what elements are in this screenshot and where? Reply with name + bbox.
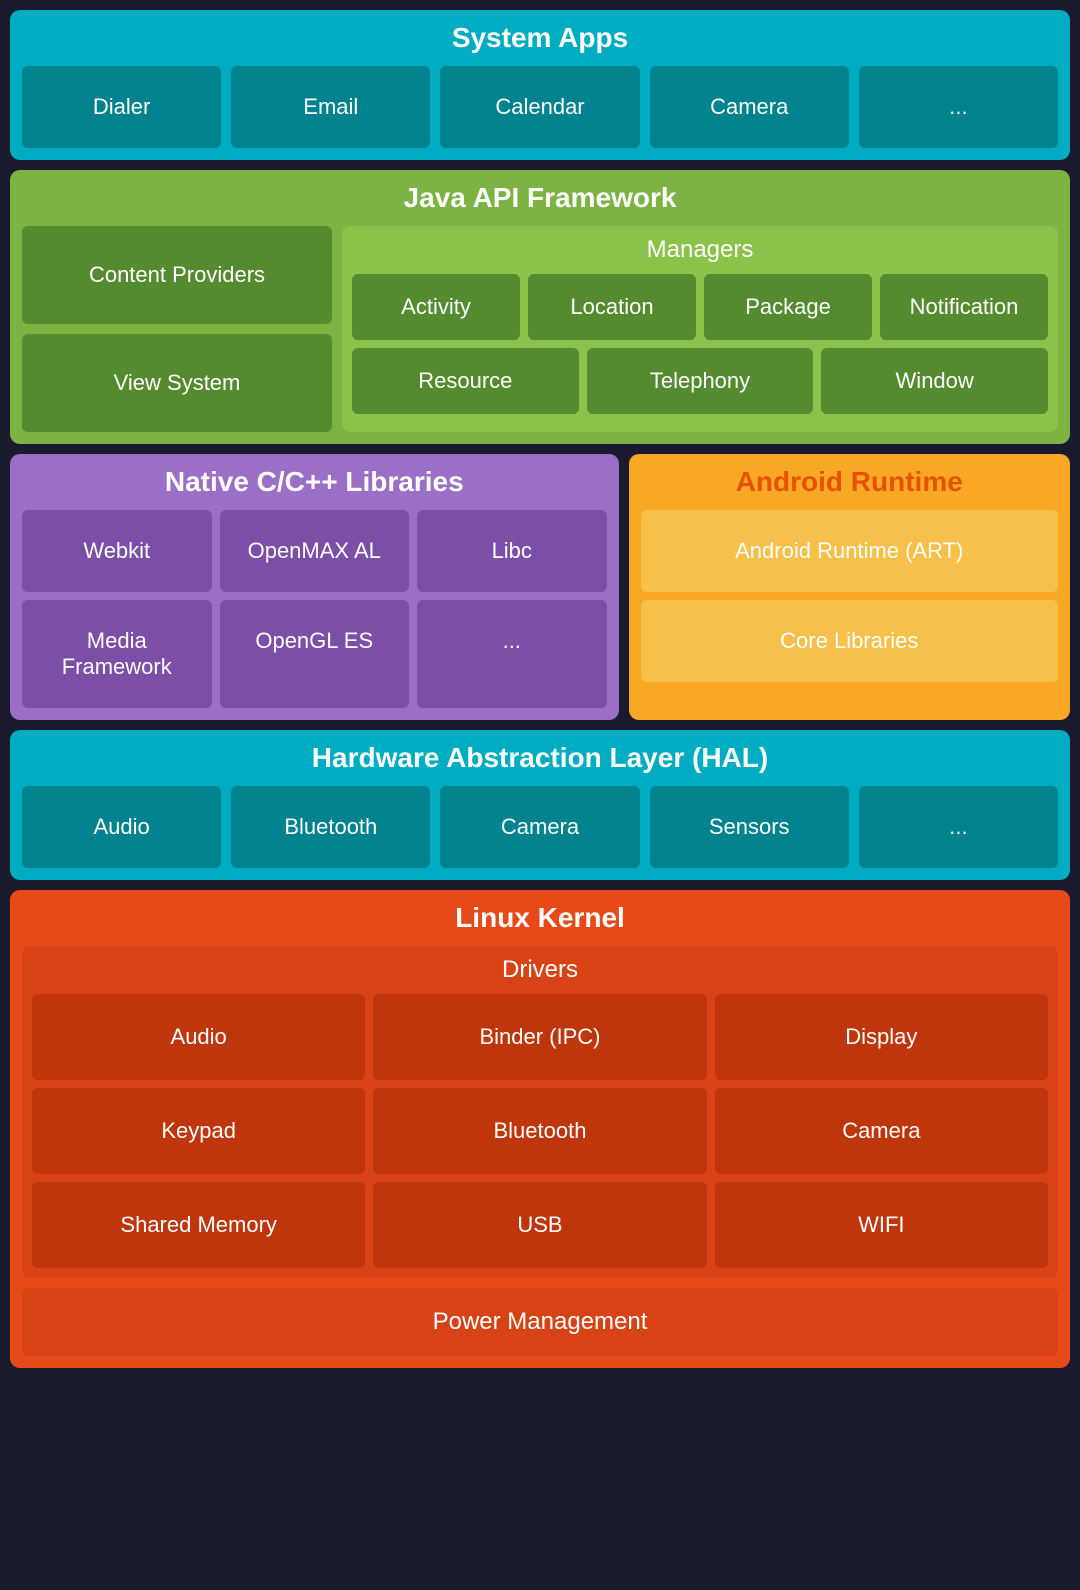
- native-cpp-layer: Native C/C++ Libraries WebkitOpenMAX ALL…: [10, 454, 619, 720]
- system-apps-cards: DialerEmailCalendarCamera...: [22, 66, 1058, 148]
- java-api-left-card: Content Providers: [22, 226, 332, 324]
- managers-section: Managers ActivityLocationPackageNotifica…: [342, 226, 1058, 432]
- native-cpp-card: OpenGL ES: [220, 600, 410, 708]
- driver-card: Audio: [32, 994, 365, 1080]
- drivers-row-2: KeypadBluetoothCamera: [32, 1088, 1048, 1174]
- manager-card: Notification: [880, 274, 1048, 340]
- hal-layer: Hardware Abstraction Layer (HAL) AudioBl…: [10, 730, 1070, 880]
- driver-card: USB: [373, 1182, 706, 1268]
- native-cpp-card: Webkit: [22, 510, 212, 592]
- managers-grid: ActivityLocationPackageNotification Reso…: [352, 274, 1048, 414]
- native-cpp-card: Libc: [417, 510, 607, 592]
- driver-card: Bluetooth: [373, 1088, 706, 1174]
- driver-card: WIFI: [715, 1182, 1048, 1268]
- native-cpp-grid: WebkitOpenMAX ALLibc Media FrameworkOpen…: [22, 510, 607, 708]
- manager-card: Resource: [352, 348, 579, 414]
- driver-card: Display: [715, 994, 1048, 1080]
- hal-card: Audio: [22, 786, 221, 868]
- system-app-card: Email: [231, 66, 430, 148]
- native-runtime-row: Native C/C++ Libraries WebkitOpenMAX ALL…: [10, 454, 1070, 720]
- system-apps-title: System Apps: [22, 22, 1058, 54]
- native-cpp-card: OpenMAX AL: [220, 510, 410, 592]
- system-app-card: Camera: [650, 66, 849, 148]
- system-app-card: Dialer: [22, 66, 221, 148]
- system-app-card: ...: [859, 66, 1058, 148]
- hal-card: Camera: [440, 786, 639, 868]
- managers-row-1: ActivityLocationPackageNotification: [352, 274, 1048, 340]
- manager-card: Activity: [352, 274, 520, 340]
- drivers-row-3: Shared MemoryUSBWIFI: [32, 1182, 1048, 1268]
- managers-row-2: ResourceTelephonyWindow: [352, 348, 1048, 414]
- hal-title: Hardware Abstraction Layer (HAL): [22, 742, 1058, 774]
- power-management: Power Management: [22, 1288, 1058, 1356]
- native-cpp-title: Native C/C++ Libraries: [22, 466, 607, 498]
- linux-kernel-title: Linux Kernel: [22, 902, 1058, 934]
- native-cpp-card: ...: [417, 600, 607, 708]
- native-cpp-row-1: WebkitOpenMAX ALLibc: [22, 510, 607, 592]
- system-apps-layer: System Apps DialerEmailCalendarCamera...: [10, 10, 1070, 160]
- android-runtime-title: Android Runtime: [641, 466, 1059, 498]
- android-runtime-layer: Android Runtime Android Runtime (ART)Cor…: [629, 454, 1071, 720]
- manager-card: Package: [704, 274, 872, 340]
- android-runtime-card: Android Runtime (ART): [641, 510, 1059, 592]
- java-api-content: Content Providers View System Managers Ac…: [22, 226, 1058, 432]
- drivers-row-1: AudioBinder (IPC)Display: [32, 994, 1048, 1080]
- drivers-title: Drivers: [32, 956, 1048, 984]
- system-app-card: Calendar: [440, 66, 639, 148]
- driver-card: Binder (IPC): [373, 994, 706, 1080]
- hal-card: ...: [859, 786, 1058, 868]
- manager-card: Window: [821, 348, 1048, 414]
- driver-card: Keypad: [32, 1088, 365, 1174]
- drivers-section: Drivers AudioBinder (IPC)Display KeypadB…: [22, 946, 1058, 1278]
- driver-card: Shared Memory: [32, 1182, 365, 1268]
- drivers-grid: AudioBinder (IPC)Display KeypadBluetooth…: [32, 994, 1048, 1268]
- java-api-layer: Java API Framework Content Providers View…: [10, 170, 1070, 444]
- managers-title: Managers: [352, 236, 1048, 264]
- java-api-title: Java API Framework: [22, 182, 1058, 214]
- manager-card: Location: [528, 274, 696, 340]
- java-api-left-card: View System: [22, 334, 332, 432]
- hal-card: Sensors: [650, 786, 849, 868]
- hal-cards: AudioBluetoothCameraSensors...: [22, 786, 1058, 868]
- hal-card: Bluetooth: [231, 786, 430, 868]
- native-cpp-row-2: Media FrameworkOpenGL ES...: [22, 600, 607, 708]
- java-api-left: Content Providers View System: [22, 226, 332, 432]
- native-cpp-card: Media Framework: [22, 600, 212, 708]
- driver-card: Camera: [715, 1088, 1048, 1174]
- manager-card: Telephony: [587, 348, 814, 414]
- android-runtime-card: Core Libraries: [641, 600, 1059, 682]
- linux-kernel-layer: Linux Kernel Drivers AudioBinder (IPC)Di…: [10, 890, 1070, 1368]
